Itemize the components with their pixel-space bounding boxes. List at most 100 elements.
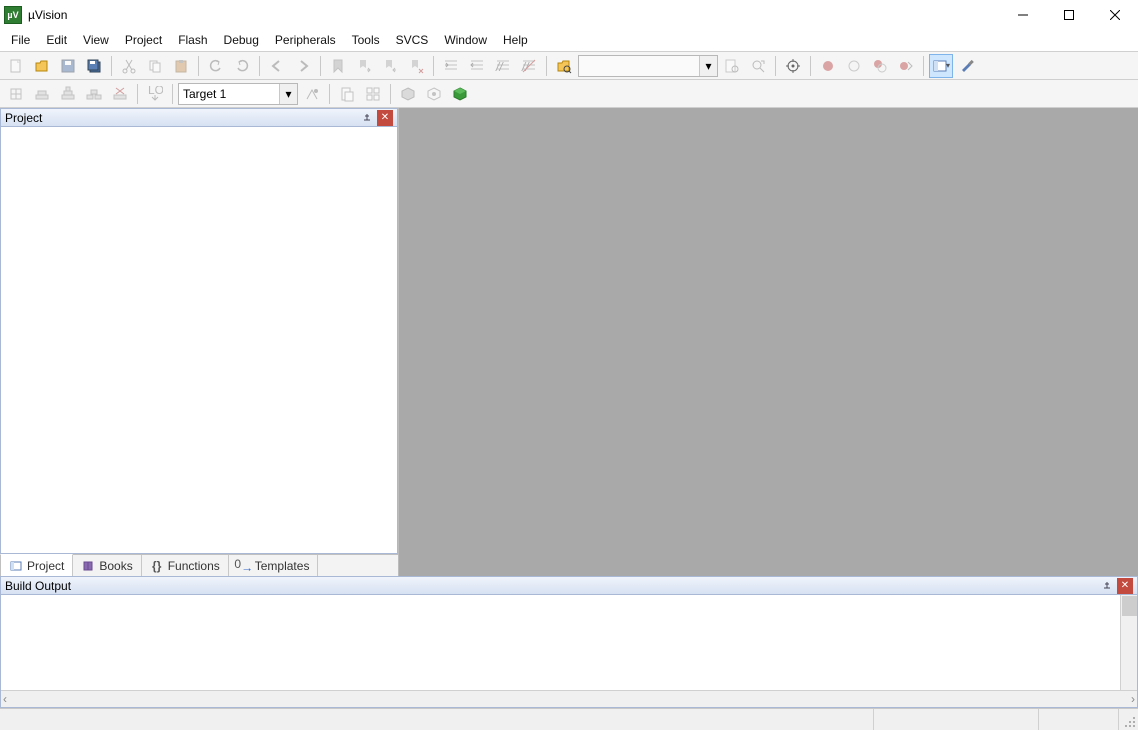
menu-project[interactable]: Project [117,29,170,51]
menu-peripherals[interactable]: Peripherals [267,29,344,51]
indent-button[interactable] [439,54,463,78]
menu-window[interactable]: Window [436,29,495,51]
separator [329,84,330,104]
menu-svcs[interactable]: SVCS [388,29,437,51]
status-cell-2 [1038,709,1118,730]
breakpoint-button[interactable] [816,54,840,78]
debug-button[interactable] [781,54,805,78]
close-button[interactable] [1092,0,1138,29]
cut-button[interactable] [117,54,141,78]
editor-area[interactable] [399,108,1138,576]
separator [775,56,776,76]
title-bar: µV µVision [0,0,1138,29]
panel-close-button[interactable]: ✕ [1117,578,1133,594]
vertical-scrollbar[interactable] [1120,595,1137,690]
maximize-button[interactable] [1046,0,1092,29]
translate-button[interactable] [4,82,28,106]
file-extensions-button[interactable] [335,82,359,106]
window-controls [1000,0,1138,29]
build-output-panel: Build Output ✕ ‹› [0,576,1138,708]
window-title: µVision [28,8,1000,22]
chevron-down-icon[interactable]: ▾ [699,56,717,76]
save-all-button[interactable] [82,54,106,78]
separator [172,84,173,104]
horizontal-scrollbar[interactable]: ‹› [1,690,1137,707]
tab-project[interactable]: Project [0,554,73,576]
menu-flash[interactable]: Flash [170,29,215,51]
manage-rte-button[interactable] [396,82,420,106]
build-output-title: Build Output [5,579,71,593]
panel-close-button[interactable]: ✕ [377,110,393,126]
find-in-files-button[interactable] [552,54,576,78]
bookmark-clear-button[interactable] [404,54,428,78]
build-output-header: Build Output ✕ [0,576,1138,595]
find-combo[interactable]: ▾ [578,55,718,77]
main-toolbar: // // ▾ ▾ [0,52,1138,80]
nav-back-button[interactable] [265,54,289,78]
breakpoint-kill-button[interactable] [868,54,892,78]
project-panel-header: Project ✕ [0,108,398,127]
chevron-down-icon[interactable]: ▾ [279,84,297,104]
configure-button[interactable] [955,54,979,78]
breakpoint-window-button[interactable] [894,54,918,78]
status-bar [0,708,1138,730]
scrollbar-thumb[interactable] [1122,596,1137,616]
target-combo[interactable]: Target 1 ▾ [178,83,298,105]
new-file-button[interactable] [4,54,28,78]
save-button[interactable] [56,54,80,78]
build-button[interactable] [30,82,54,106]
tab-templates[interactable]: 0→ Templates [229,555,319,576]
select-packs-button[interactable] [422,82,446,106]
status-cell-1 [873,709,1038,730]
tab-functions[interactable]: {} Functions [142,555,229,576]
menu-file[interactable]: File [3,29,38,51]
build-output-body[interactable]: ‹› [0,595,1138,708]
pack-installer-button[interactable] [448,82,472,106]
app-icon: µV [4,6,22,24]
tab-functions-label: Functions [168,559,220,573]
manage-multi-button[interactable] [361,82,385,106]
project-tree[interactable] [0,127,398,554]
menu-debug[interactable]: Debug [216,29,267,51]
breakpoint-disable-button[interactable] [842,54,866,78]
separator [390,84,391,104]
find-next-button[interactable] [720,54,744,78]
uncomment-button[interactable]: // [517,54,541,78]
paste-button[interactable] [169,54,193,78]
pin-icon[interactable] [1099,578,1115,594]
menu-edit[interactable]: Edit [38,29,75,51]
menu-bar: File Edit View Project Flash Debug Perip… [0,29,1138,52]
resize-grip[interactable] [1118,709,1138,730]
separator [810,56,811,76]
project-tab-icon [9,559,23,573]
incremental-find-button[interactable] [746,54,770,78]
bookmark-toggle-button[interactable] [326,54,350,78]
menu-help[interactable]: Help [495,29,536,51]
nav-forward-button[interactable] [291,54,315,78]
books-tab-icon [81,559,95,573]
comment-button[interactable]: // [491,54,515,78]
unindent-button[interactable] [465,54,489,78]
separator [111,56,112,76]
target-options-button[interactable] [300,82,324,106]
download-button[interactable]: LOAD [143,82,167,106]
minimize-button[interactable] [1000,0,1046,29]
menu-view[interactable]: View [75,29,117,51]
batch-build-button[interactable] [82,82,106,106]
separator [546,56,547,76]
copy-button[interactable] [143,54,167,78]
bookmark-next-button[interactable] [378,54,402,78]
project-window-button[interactable]: ▾ [929,54,953,78]
rebuild-button[interactable] [56,82,80,106]
tab-books-label: Books [99,559,132,573]
pin-icon[interactable] [359,110,375,126]
bookmark-prev-button[interactable] [352,54,376,78]
stop-build-button[interactable] [108,82,132,106]
tab-templates-label: Templates [255,559,310,573]
open-file-button[interactable] [30,54,54,78]
project-tabs: Project Books {} Functions 0→ Templates [0,554,398,576]
redo-button[interactable] [230,54,254,78]
undo-button[interactable] [204,54,228,78]
tab-books[interactable]: Books [73,555,141,576]
menu-tools[interactable]: Tools [344,29,388,51]
